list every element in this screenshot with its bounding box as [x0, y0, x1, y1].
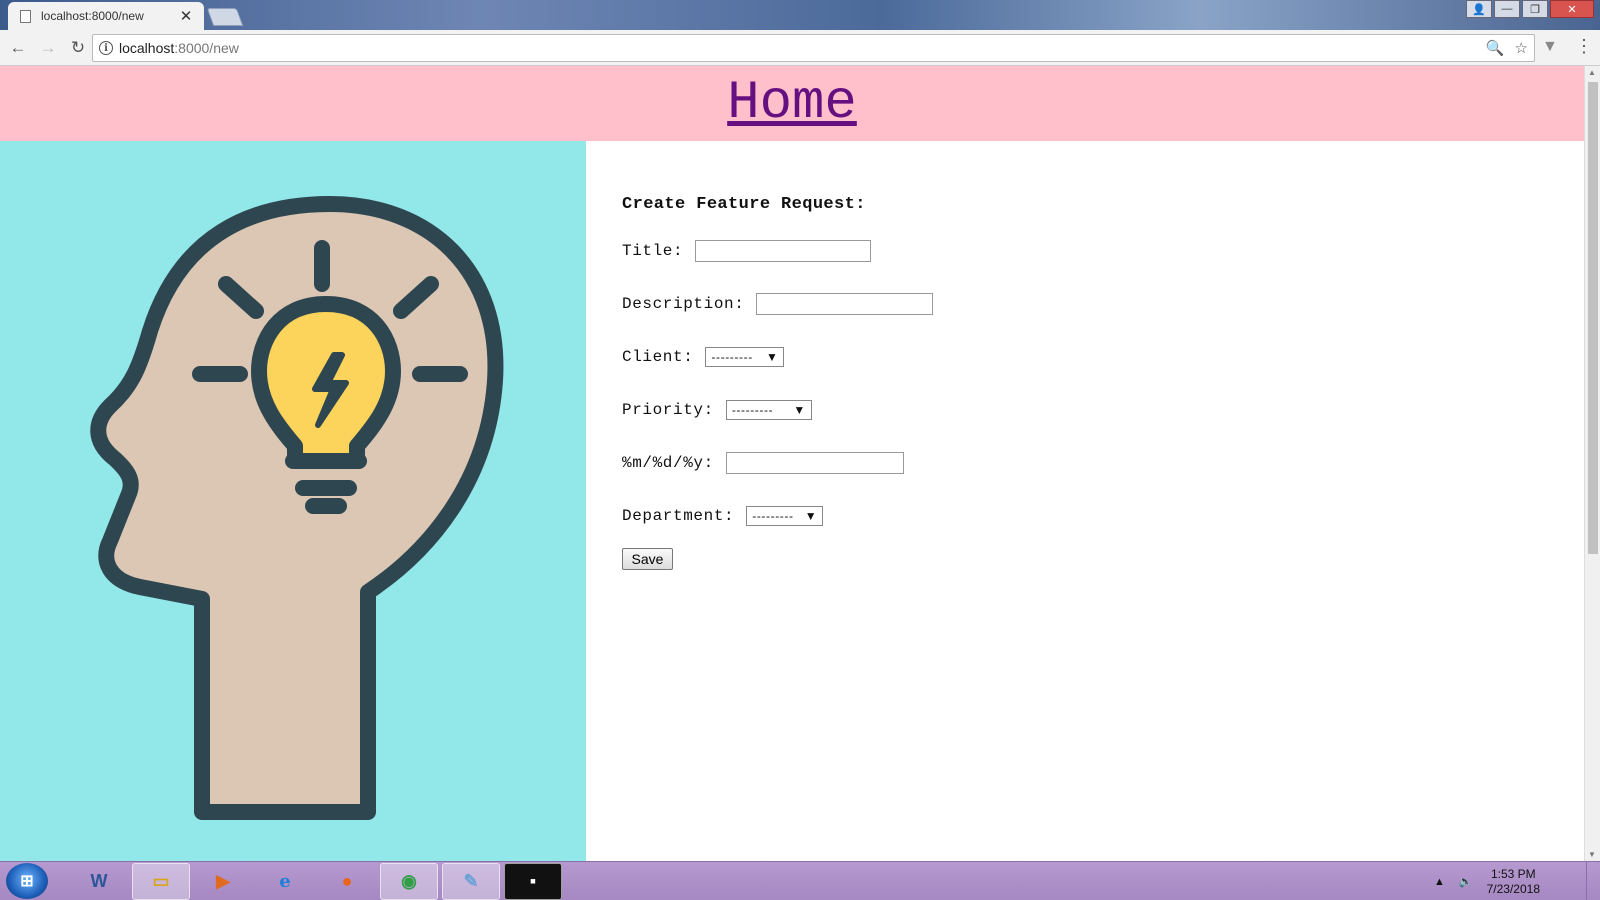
- info-icon[interactable]: i: [99, 41, 113, 55]
- scroll-up-icon[interactable]: ▲: [1588, 68, 1596, 77]
- head-silhouette: [90, 196, 504, 820]
- zoom-icon[interactable]: 🔍: [1486, 39, 1505, 57]
- scroll-down-icon[interactable]: ▼: [1588, 850, 1596, 859]
- title-row: Title:: [622, 236, 933, 266]
- department-selected-value: ---------: [752, 509, 794, 523]
- date-row: %m/%d/%y:: [622, 448, 933, 478]
- chevron-down-icon: ▼: [804, 509, 818, 523]
- form-title: Create Feature Request:: [622, 195, 866, 214]
- page-icon: [20, 9, 31, 23]
- start-button[interactable]: ⊞: [6, 863, 48, 899]
- minimize-button[interactable]: —: [1494, 0, 1520, 18]
- extension-icon[interactable]: ▼: [1542, 38, 1558, 56]
- description-input[interactable]: [756, 293, 934, 315]
- home-link[interactable]: Home: [727, 73, 857, 134]
- new-tab-button[interactable]: [206, 8, 244, 26]
- url-host: localhost: [119, 40, 175, 56]
- department-row: Department: --------- ▼: [622, 501, 933, 531]
- chevron-down-icon: ▼: [765, 350, 779, 364]
- priority-select[interactable]: --------- ▼: [725, 400, 812, 420]
- forward-icon[interactable]: →: [36, 36, 60, 60]
- notepad-icon[interactable]: ✎: [442, 862, 500, 900]
- date-label: %m/%d/%y:: [622, 454, 714, 472]
- department-label: Department:: [622, 507, 735, 525]
- firefox-icon[interactable]: ●: [318, 863, 376, 900]
- priority-selected-value: ---------: [731, 403, 774, 417]
- head-lightbulb-illustration: [90, 196, 504, 820]
- save-button[interactable]: Save: [622, 548, 673, 570]
- title-label: Title:: [622, 242, 684, 260]
- illustration-panel: [0, 141, 586, 861]
- restore-button[interactable]: ❐: [1522, 0, 1548, 18]
- close-window-button[interactable]: ✕: [1550, 0, 1594, 18]
- clock-time: 1:53 PM: [1490, 866, 1536, 881]
- window-titlebar: localhost:8000/new ✕ 👤 — ❐ ✕: [0, 0, 1600, 30]
- media-player-icon[interactable]: ▶: [194, 863, 252, 900]
- client-selected-value: ---------: [711, 350, 753, 364]
- title-input[interactable]: [695, 240, 872, 262]
- chrome-icon[interactable]: ◉: [380, 862, 438, 900]
- url-path: :8000/new: [174, 40, 239, 56]
- date-input[interactable]: [725, 452, 904, 474]
- chevron-down-icon: ▼: [793, 403, 806, 417]
- tray-expand-icon[interactable]: ▲: [1434, 876, 1445, 888]
- window-controls: 👤 — ❐ ✕: [1466, 0, 1594, 18]
- volume-icon[interactable]: 🔈: [1459, 875, 1473, 888]
- clock-date: 7/23/2018: [1486, 881, 1540, 896]
- scroll-thumb[interactable]: [1588, 82, 1598, 554]
- client-select[interactable]: --------- ▼: [705, 347, 785, 367]
- show-desktop-button[interactable]: [1586, 862, 1600, 900]
- description-row: Description:: [622, 289, 934, 319]
- system-tray: ▲ 🔈 1:53 PM 7/23/2018: [1434, 862, 1540, 900]
- address-bar[interactable]: i localhost:8000/new 🔍 ☆: [92, 34, 1535, 62]
- command-prompt-icon[interactable]: ▪: [504, 862, 562, 900]
- back-icon[interactable]: ←: [6, 36, 30, 60]
- page-scrollbar[interactable]: ▲ ▼: [1584, 66, 1600, 861]
- user-profile-icon[interactable]: 👤: [1466, 0, 1492, 18]
- priority-row: Priority: --------- ▼: [622, 395, 933, 425]
- description-label: Description:: [622, 295, 745, 313]
- file-explorer-icon[interactable]: ▭: [132, 862, 190, 900]
- bookmark-star-icon[interactable]: ☆: [1515, 39, 1528, 57]
- word-icon[interactable]: W: [70, 863, 128, 900]
- client-row: Client: --------- ▼: [622, 342, 933, 372]
- tab-title: localhost:8000/new: [41, 9, 144, 23]
- close-tab-icon[interactable]: ✕: [178, 7, 194, 25]
- page-header: Home: [0, 66, 1584, 141]
- clock[interactable]: 1:53 PM 7/23/2018: [1487, 867, 1540, 897]
- browser-toolbar: ← → ↻ i localhost:8000/new 🔍 ☆: [0, 30, 1600, 66]
- browser-menu-icon[interactable]: ⋮: [1575, 36, 1593, 57]
- department-select[interactable]: --------- ▼: [746, 506, 824, 526]
- reload-icon[interactable]: ↻: [66, 36, 90, 60]
- client-label: Client:: [622, 348, 694, 366]
- browser-tab[interactable]: localhost:8000/new ✕: [8, 2, 204, 30]
- windows-taskbar: ⊞ W ▭ ▶ e ● ◉ ✎ ▪ ▲ 🔈 1:53 PM 7/23/2018: [0, 861, 1600, 900]
- priority-label: Priority:: [622, 401, 714, 419]
- internet-explorer-icon[interactable]: e: [256, 863, 314, 900]
- feature-request-form: Create Feature Request: Title: Descripti…: [622, 195, 934, 570]
